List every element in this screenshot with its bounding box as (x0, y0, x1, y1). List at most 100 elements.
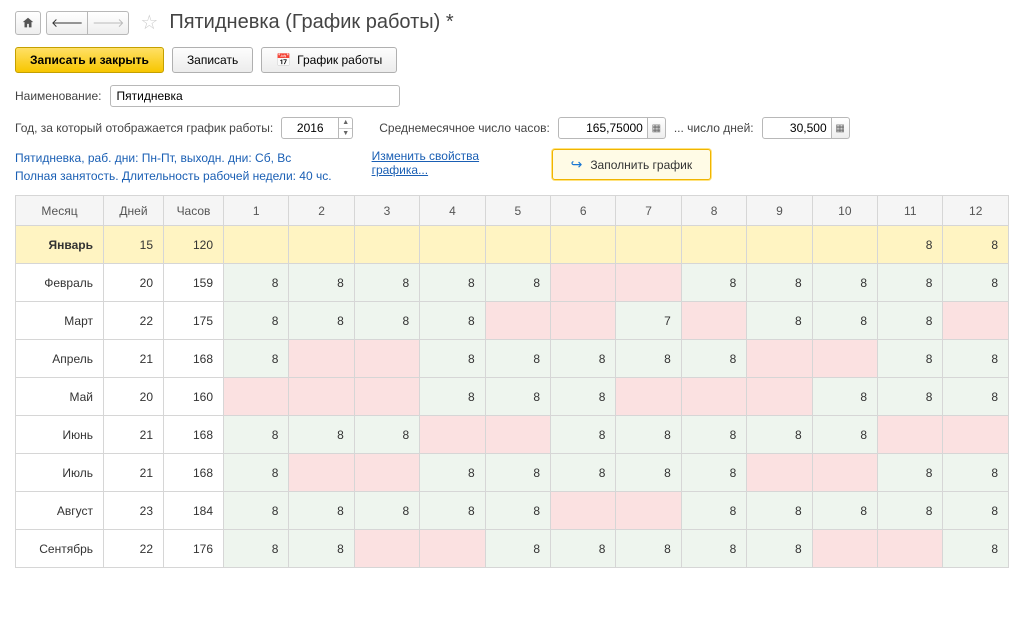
day-cell[interactable]: 8 (812, 264, 877, 302)
col-day[interactable]: 11 (878, 196, 943, 226)
day-cell[interactable] (681, 378, 746, 416)
day-cell[interactable] (616, 226, 681, 264)
day-cell[interactable] (551, 302, 616, 340)
col-day[interactable]: 3 (354, 196, 419, 226)
col-day[interactable]: 12 (943, 196, 1009, 226)
day-cell[interactable]: 8 (354, 492, 419, 530)
day-cell[interactable] (747, 226, 812, 264)
days-calc-icon[interactable]: ▦ (832, 117, 850, 139)
day-cell[interactable] (878, 530, 943, 568)
day-cell[interactable]: 8 (420, 340, 485, 378)
day-cell[interactable] (354, 226, 419, 264)
day-cell[interactable]: 8 (616, 530, 681, 568)
day-cell[interactable] (420, 530, 485, 568)
days-cell[interactable]: 22 (104, 302, 164, 340)
month-cell[interactable]: Июнь (16, 416, 104, 454)
days-count-input[interactable] (762, 117, 832, 139)
edit-properties-link[interactable]: Изменить свойства графика... (372, 149, 480, 177)
day-cell[interactable]: 8 (747, 302, 812, 340)
days-cell[interactable]: 23 (104, 492, 164, 530)
day-cell[interactable]: 8 (812, 302, 877, 340)
month-cell[interactable]: Февраль (16, 264, 104, 302)
day-cell[interactable] (616, 378, 681, 416)
table-row[interactable]: Июль2116888888888 (16, 454, 1009, 492)
day-cell[interactable]: 8 (878, 302, 943, 340)
day-cell[interactable] (420, 226, 485, 264)
table-row[interactable]: Апрель2116888888888 (16, 340, 1009, 378)
day-cell[interactable] (289, 340, 354, 378)
day-cell[interactable]: 8 (551, 340, 616, 378)
col-month[interactable]: Месяц (16, 196, 104, 226)
day-cell[interactable]: 8 (878, 454, 943, 492)
day-cell[interactable]: 8 (747, 416, 812, 454)
day-cell[interactable]: 8 (747, 530, 812, 568)
day-cell[interactable]: 8 (289, 264, 354, 302)
day-cell[interactable] (747, 454, 812, 492)
back-button[interactable]: 🡐 (46, 11, 87, 35)
day-cell[interactable]: 8 (354, 264, 419, 302)
day-cell[interactable] (485, 416, 550, 454)
days-cell[interactable]: 21 (104, 416, 164, 454)
table-row[interactable]: Июнь2116888888888 (16, 416, 1009, 454)
day-cell[interactable]: 8 (551, 530, 616, 568)
day-cell[interactable]: 8 (747, 264, 812, 302)
day-cell[interactable] (616, 264, 681, 302)
day-cell[interactable]: 8 (878, 264, 943, 302)
save-and-close-button[interactable]: Записать и закрыть (15, 47, 164, 73)
day-cell[interactable] (616, 492, 681, 530)
save-button[interactable]: Записать (172, 47, 253, 73)
hours-cell[interactable]: 120 (164, 226, 224, 264)
hours-cell[interactable]: 184 (164, 492, 224, 530)
day-cell[interactable]: 8 (289, 492, 354, 530)
day-cell[interactable]: 8 (943, 340, 1009, 378)
day-cell[interactable]: 8 (224, 302, 289, 340)
day-cell[interactable]: 8 (878, 492, 943, 530)
table-row[interactable]: Август231848888888888 (16, 492, 1009, 530)
day-cell[interactable]: 8 (485, 264, 550, 302)
day-cell[interactable]: 8 (943, 492, 1009, 530)
days-cell[interactable]: 20 (104, 378, 164, 416)
day-cell[interactable] (551, 492, 616, 530)
month-cell[interactable]: Январь (16, 226, 104, 264)
favorite-star-icon[interactable]: ☆ (140, 10, 158, 35)
table-row[interactable]: Февраль201598888888888 (16, 264, 1009, 302)
table-row[interactable]: Январь1512088 (16, 226, 1009, 264)
hours-cell[interactable]: 175 (164, 302, 224, 340)
day-cell[interactable]: 8 (551, 454, 616, 492)
avg-hours-input[interactable] (558, 117, 648, 139)
day-cell[interactable]: 8 (943, 378, 1009, 416)
day-cell[interactable]: 8 (943, 454, 1009, 492)
home-button[interactable] (15, 11, 41, 35)
table-row[interactable]: Март2217588887888 (16, 302, 1009, 340)
col-day[interactable]: 1 (224, 196, 289, 226)
day-cell[interactable] (354, 378, 419, 416)
day-cell[interactable] (812, 454, 877, 492)
hours-cell[interactable]: 159 (164, 264, 224, 302)
day-cell[interactable]: 8 (224, 530, 289, 568)
day-cell[interactable] (289, 378, 354, 416)
day-cell[interactable]: 8 (485, 378, 550, 416)
days-cell[interactable]: 15 (104, 226, 164, 264)
col-day[interactable]: 9 (747, 196, 812, 226)
hours-cell[interactable]: 160 (164, 378, 224, 416)
hours-cell[interactable]: 176 (164, 530, 224, 568)
day-cell[interactable]: 8 (943, 530, 1009, 568)
col-day[interactable]: 8 (681, 196, 746, 226)
month-cell[interactable]: Май (16, 378, 104, 416)
day-cell[interactable]: 8 (485, 340, 550, 378)
day-cell[interactable]: 8 (289, 302, 354, 340)
day-cell[interactable]: 8 (747, 492, 812, 530)
day-cell[interactable] (943, 416, 1009, 454)
day-cell[interactable]: 8 (681, 492, 746, 530)
day-cell[interactable] (812, 530, 877, 568)
day-cell[interactable]: 8 (354, 302, 419, 340)
day-cell[interactable] (747, 340, 812, 378)
day-cell[interactable]: 8 (224, 492, 289, 530)
month-cell[interactable]: Март (16, 302, 104, 340)
day-cell[interactable] (354, 454, 419, 492)
day-cell[interactable]: 8 (681, 530, 746, 568)
day-cell[interactable]: 8 (812, 378, 877, 416)
day-cell[interactable] (681, 226, 746, 264)
day-cell[interactable] (812, 226, 877, 264)
day-cell[interactable]: 8 (681, 264, 746, 302)
